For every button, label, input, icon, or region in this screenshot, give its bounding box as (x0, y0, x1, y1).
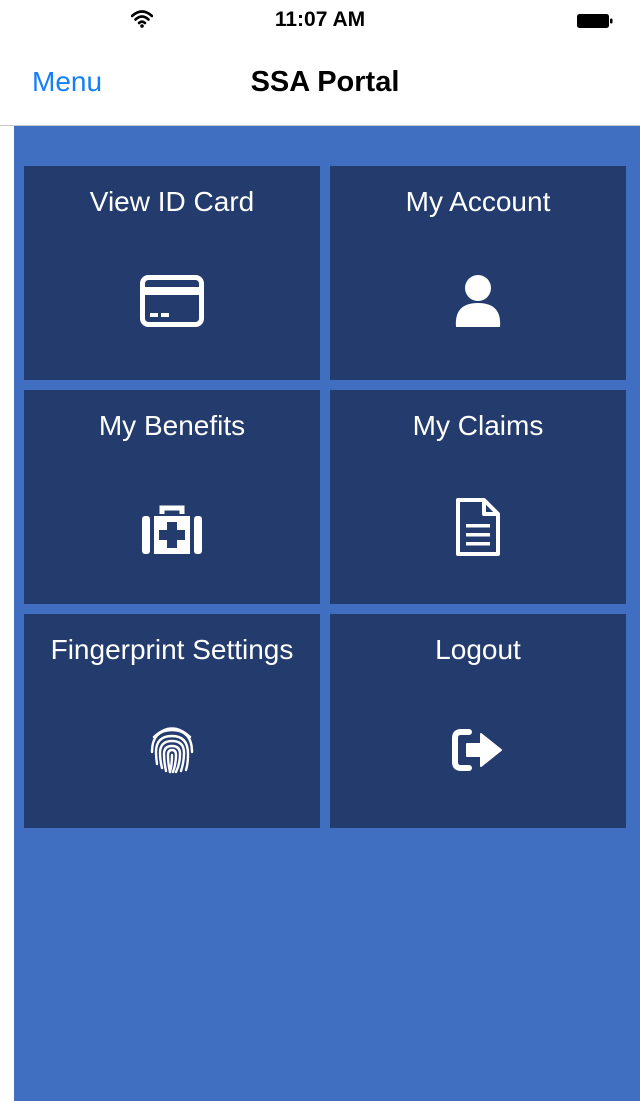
logout-icon (452, 729, 502, 771)
navigation-bar: Menu SSA Portal (0, 44, 640, 126)
page-title: SSA Portal (250, 66, 400, 98)
fingerprint-icon (150, 727, 194, 774)
medical-kit-icon (142, 505, 202, 554)
user-icon (455, 275, 501, 327)
my-claims-tile[interactable]: My Claims (330, 390, 626, 604)
document-icon (456, 498, 500, 556)
fingerprint-settings-tile[interactable]: Fingerprint Settings (24, 614, 320, 828)
my-benefits-tile[interactable]: My Benefits (24, 390, 320, 604)
logout-tile[interactable]: Logout (330, 614, 626, 828)
dashboard-grid: View ID Card My Account My Benefits My C… (14, 126, 640, 1101)
view-id-card-tile[interactable]: View ID Card (24, 166, 320, 380)
battery-icon (577, 14, 613, 28)
tile-label: My Benefits (98, 410, 246, 441)
id-card-icon (140, 275, 204, 327)
status-time: 11:07 AM (274, 8, 366, 31)
tile-label: Logout (435, 634, 521, 665)
my-account-tile[interactable]: My Account (330, 166, 626, 380)
tile-label: View ID Card (89, 186, 255, 217)
status-bar: 11:07 AM (0, 0, 640, 40)
tile-label: My Claims (412, 410, 544, 441)
tile-label: My Account (405, 186, 551, 217)
tile-label: Fingerprint Settings (50, 634, 294, 665)
